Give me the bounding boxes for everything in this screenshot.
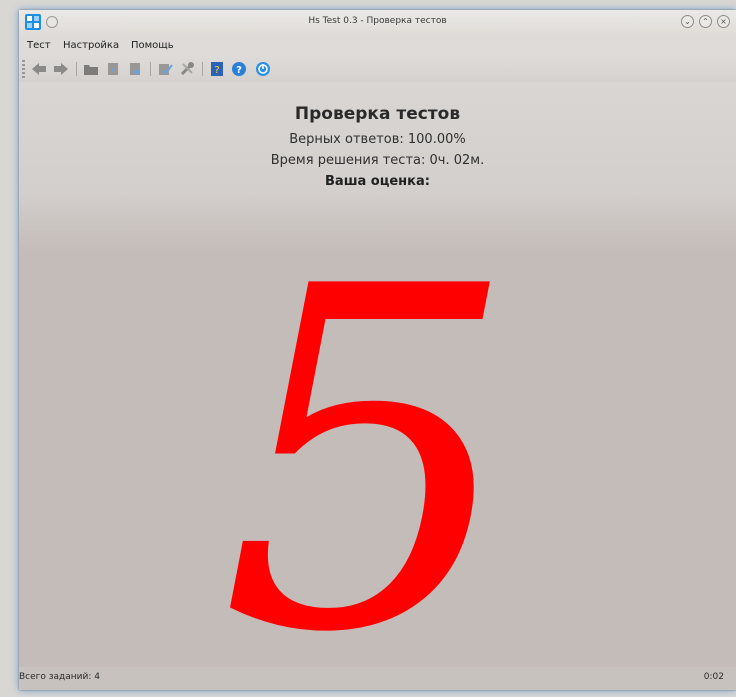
back-arrow-icon[interactable] (31, 61, 47, 77)
toolbar-separator (150, 62, 151, 76)
elapsed-time-text: 0:02 (703, 672, 724, 682)
main-window: Hs Test 0.3 - Проверка тестов ⌄ ⌃ × Тест… (19, 10, 736, 690)
menu-test[interactable]: Тест (27, 40, 51, 51)
result-title: Проверка тестов (294, 104, 461, 124)
settings-tools-icon[interactable] (179, 61, 195, 77)
toolbar-separator (202, 62, 203, 76)
forward-arrow-icon[interactable] (53, 61, 69, 77)
window-title: Hs Test 0.3 - Проверка тестов (308, 16, 447, 26)
close-icon: × (720, 17, 727, 26)
menu-settings[interactable]: Настройка (63, 40, 119, 51)
check-test-icon[interactable] (157, 61, 173, 77)
help-question-icon[interactable]: ? (231, 61, 247, 77)
menu-bar: Тест Настройка Помощь (19, 36, 736, 56)
title-bar[interactable]: Hs Test 0.3 - Проверка тестов ⌄ ⌃ × (19, 10, 736, 36)
toolbar-grip[interactable] (22, 60, 25, 78)
import-test-icon[interactable] (105, 61, 121, 77)
svg-text:?: ? (236, 65, 242, 76)
chevron-up-icon: ⌃ (702, 17, 709, 26)
menu-help[interactable]: Помощь (131, 40, 174, 51)
svg-text:?: ? (214, 65, 219, 76)
total-tasks-text: Всего заданий: 4 (19, 672, 100, 682)
solve-time-text: Время решения теста: 0ч. 02м. (270, 153, 485, 168)
toolbar: ? ? (19, 56, 736, 82)
export-test-icon[interactable] (127, 61, 143, 77)
toolbar-separator (76, 62, 77, 76)
open-folder-icon[interactable] (83, 61, 99, 77)
about-info-icon[interactable] (255, 61, 271, 77)
status-bar: Всего заданий: 4 0:02 (19, 667, 736, 690)
grade-value: 5 (219, 188, 519, 691)
result-view: Проверка тестов Верных ответов: 100.00% … (19, 82, 736, 690)
help-book-icon[interactable]: ? (209, 61, 225, 77)
minimize-button[interactable]: ⌄ (681, 15, 694, 28)
chevron-down-icon: ⌄ (684, 17, 691, 26)
maximize-button[interactable]: ⌃ (699, 15, 712, 28)
close-button[interactable]: × (717, 15, 730, 28)
correct-answers-text: Верных ответов: 100.00% (289, 132, 466, 147)
grade-label: Ваша оценка: (325, 174, 430, 189)
